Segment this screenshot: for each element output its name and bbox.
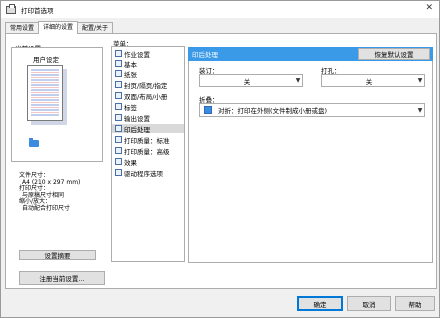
tab-config-about[interactable]: 配置/关于 — [77, 22, 114, 33]
chevron-down-icon: ▼ — [417, 77, 423, 84]
menu-item-label: 封页/隔页/指定 — [124, 81, 168, 90]
menu-item-finishing[interactable]: 印后处理 — [112, 124, 184, 134]
paper-icon — [115, 70, 122, 77]
menu-item-label: 基本 — [124, 60, 137, 69]
help-button[interactable]: 帮助 — [395, 296, 435, 311]
menu-item-label: 驱动程序选项 — [124, 169, 163, 178]
chevron-down-icon: ▼ — [417, 106, 423, 114]
ok-button[interactable]: 确定 — [297, 296, 343, 311]
menu-list: 作业设置 基本 纸张 封页/隔页/指定 双面/布局/小册 标签 输出设置 印后处… — [111, 46, 185, 262]
menu-item-output[interactable]: 输出设置 — [112, 113, 184, 123]
menu-item-job-settings[interactable]: 作业设置 — [112, 49, 184, 59]
close-icon[interactable]: ✕ — [425, 3, 433, 13]
menu-item-label: 效果 — [124, 158, 137, 167]
settings-summary-button[interactable]: 设置摘要 — [19, 250, 96, 260]
cover-icon — [115, 81, 122, 88]
quality-standard-icon — [115, 136, 122, 143]
finishing-icon — [115, 125, 122, 132]
tab-common-settings[interactable]: 常用设置 — [5, 22, 40, 33]
punch-select[interactable]: 关 ▼ — [321, 74, 425, 87]
restore-defaults-button[interactable]: 恢复默认设置 — [358, 48, 430, 60]
menu-item-cover[interactable]: 封页/隔页/指定 — [112, 80, 184, 90]
title-bar: 打印首选项 ✕ — [1, 1, 439, 18]
staple-select[interactable]: 关 ▼ — [199, 74, 303, 87]
menu-item-label: 标签 — [124, 103, 137, 112]
effects-icon — [115, 158, 122, 165]
fold-select[interactable]: 对折：打印在外侧(文件制成小册或盘) ▼ — [199, 103, 425, 117]
menu-item-label: 印后处理 — [124, 125, 150, 134]
info-line: 自动配合打印尺寸 — [22, 204, 71, 212]
driver-options-icon — [115, 169, 122, 176]
menu-item-duplex-layout[interactable]: 双面/布局/小册 — [112, 91, 184, 101]
fold-preview-icon — [29, 138, 39, 147]
panel-title: 印后处理 — [192, 51, 218, 59]
menu-item-label: 作业设置 — [124, 50, 150, 59]
menu-item-quality-advanced[interactable]: 打印质量：高级 — [112, 146, 184, 156]
register-current-settings-button[interactable]: 注册当前设置... — [19, 271, 105, 285]
output-icon — [115, 114, 122, 121]
chevron-down-icon: ▼ — [295, 77, 301, 84]
menu-item-label: 纸张 — [124, 70, 137, 79]
menu-item-paper[interactable]: 纸张 — [112, 69, 184, 79]
print-preferences-window: 打印首选项 ✕ 常用设置 详细的设置 配置/关于 当前设置 用户设定 文件尺寸：… — [0, 0, 440, 318]
quality-advanced-icon — [115, 147, 122, 154]
finishing-panel — [188, 61, 433, 263]
duplex-icon — [115, 92, 122, 99]
menu-item-quality-standard[interactable]: 打印质量：标准 — [112, 135, 184, 145]
menu-item-basic[interactable]: 基本 — [112, 59, 184, 69]
menu-item-label: 打印质量：高级 — [124, 147, 170, 156]
menu-item-effects[interactable]: 效果 — [112, 157, 184, 167]
fold-icon — [204, 106, 212, 114]
menu-item-label-tab[interactable]: 标签 — [112, 102, 184, 112]
menu-item-label: 双面/布局/小册 — [124, 92, 168, 101]
staple-value: 关 — [243, 77, 251, 86]
menu-item-label: 打印质量：标准 — [124, 136, 170, 145]
page-preview — [27, 65, 63, 121]
window-title: 打印首选项 — [21, 6, 54, 15]
fold-value: 对折：打印在外侧(文件制成小册或盘) — [218, 107, 328, 115]
tab-detailed-settings[interactable]: 详细的设置 — [38, 21, 79, 34]
user-setting-label: 用户设定 — [33, 56, 59, 64]
punch-value: 关 — [365, 77, 373, 86]
job-settings-icon — [115, 50, 122, 57]
tab-label-icon — [115, 103, 122, 110]
menu-item-label: 输出设置 — [124, 114, 150, 123]
printer-icon — [6, 3, 16, 14]
cancel-button[interactable]: 取消 — [347, 296, 391, 311]
menu-item-driver-options[interactable]: 驱动程序选项 — [112, 168, 184, 178]
settings-info: 文件尺寸： A4 (210 x 297 mm) 打印尺寸： 与原稿尺寸相同 缩小… — [19, 172, 104, 213]
basic-icon — [115, 60, 122, 67]
